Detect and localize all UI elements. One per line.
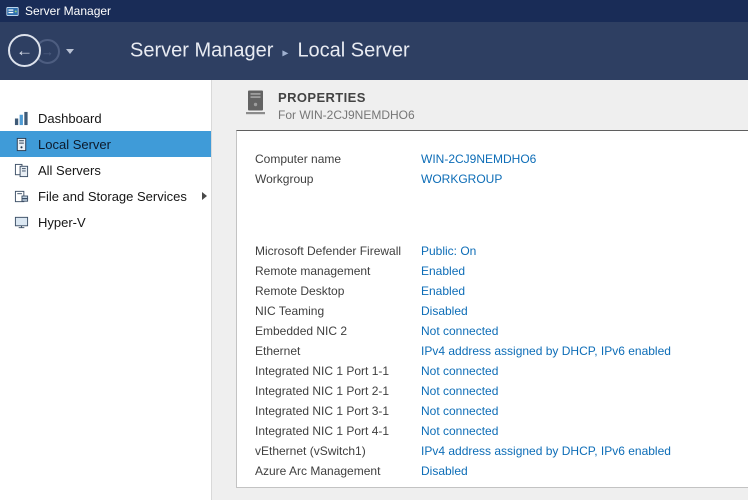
property-label: Integrated NIC 1 Port 1-1 [255, 364, 421, 378]
hyperv-icon [13, 214, 29, 230]
properties-panel: Computer name WIN-2CJ9NEMDHO6 Workgroup … [236, 130, 748, 488]
property-row: Ethernet IPv4 address assigned by DHCP, … [255, 341, 748, 361]
breadcrumb-current: Local Server [297, 40, 409, 63]
property-label: Remote management [255, 264, 421, 278]
all-servers-icon [13, 162, 29, 178]
property-value[interactable]: Not connected [421, 424, 498, 438]
server-tile-icon [246, 90, 265, 120]
property-row: Integrated NIC 1 Port 1-1 Not connected [255, 361, 748, 381]
properties-header-text: PROPERTIES For WIN-2CJ9NEMDHO6 [278, 90, 415, 122]
property-value[interactable]: WIN-2CJ9NEMDHO6 [421, 152, 536, 166]
property-label: Integrated NIC 1 Port 2-1 [255, 384, 421, 398]
file-storage-icon [13, 188, 29, 204]
property-row: Microsoft Defender Firewall Public: On [255, 241, 748, 261]
property-label: Integrated NIC 1 Port 4-1 [255, 424, 421, 438]
property-label: Embedded NIC 2 [255, 324, 421, 338]
property-row: Integrated NIC 1 Port 4-1 Not connected [255, 421, 748, 441]
sidebar-item-label: Hyper-V [38, 215, 86, 230]
property-value[interactable]: Not connected [421, 384, 498, 398]
breadcrumb-root[interactable]: Server Manager [130, 40, 273, 63]
property-label: Workgroup [255, 172, 421, 186]
property-label: vEthernet (vSwitch1) [255, 444, 421, 458]
sidebar-item-all-servers[interactable]: All Servers [0, 157, 211, 183]
property-label: Remote Desktop [255, 284, 421, 298]
property-row: Azure Arc Management Disabled [255, 461, 748, 481]
forward-arrow-icon: → [41, 45, 54, 58]
properties-group-spacer [255, 189, 748, 241]
property-value[interactable]: IPv4 address assigned by DHCP, IPv6 enab… [421, 444, 671, 458]
navigation-bar: → ← Server Manager ▸ Local Server [0, 22, 748, 80]
sidebar-item-hyper-v[interactable]: Hyper-V [0, 209, 211, 235]
titlebar: Server Manager [0, 0, 748, 22]
sidebar-item-label: Dashboard [38, 111, 102, 126]
property-row: vEthernet (vSwitch1) IPv4 address assign… [255, 441, 748, 461]
property-row: Remote Desktop Enabled [255, 281, 748, 301]
server-manager-window: Server Manager → ← Server Manager ▸ Loca… [0, 0, 748, 500]
sidebar: Dashboard Local Server [0, 80, 212, 500]
breadcrumb-separator-icon: ▸ [282, 45, 288, 59]
property-value[interactable]: Disabled [421, 304, 468, 318]
property-value[interactable]: Enabled [421, 264, 465, 278]
property-row: Computer name WIN-2CJ9NEMDHO6 [255, 149, 748, 169]
server-manager-app-icon [5, 4, 19, 18]
property-row: Integrated NIC 1 Port 3-1 Not connected [255, 401, 748, 421]
server-icon [13, 136, 29, 152]
property-value[interactable]: IPv4 address assigned by DHCP, IPv6 enab… [421, 344, 671, 358]
property-row: Remote management Enabled [255, 261, 748, 281]
sidebar-item-label: Local Server [38, 137, 111, 152]
sidebar-item-file-and-storage-services[interactable]: File and Storage Services [0, 183, 211, 209]
property-value[interactable]: Enabled [421, 284, 465, 298]
property-value[interactable]: Not connected [421, 364, 498, 378]
dashboard-icon [13, 110, 29, 126]
property-row: NIC Teaming Disabled [255, 301, 748, 321]
property-label: Microsoft Defender Firewall [255, 244, 421, 258]
window-title: Server Manager [25, 4, 111, 18]
property-row: Embedded NIC 2 Not connected [255, 321, 748, 341]
properties-subtitle: For WIN-2CJ9NEMDHO6 [278, 108, 415, 122]
property-label: Azure Arc Management [255, 464, 421, 478]
sidebar-item-local-server[interactable]: Local Server [0, 131, 211, 157]
back-arrow-icon: ← [16, 42, 33, 59]
sidebar-item-label: All Servers [38, 163, 101, 178]
sidebar-item-label: File and Storage Services [38, 189, 187, 204]
property-label: Ethernet [255, 344, 421, 358]
properties-group-top: Computer name WIN-2CJ9NEMDHO6 Workgroup … [255, 149, 748, 189]
property-label: Integrated NIC 1 Port 3-1 [255, 404, 421, 418]
history-dropdown-caret-icon[interactable] [66, 49, 74, 54]
properties-title: PROPERTIES [278, 90, 415, 105]
property-value[interactable]: WORKGROUP [421, 172, 502, 186]
back-button[interactable]: ← [8, 34, 41, 67]
property-value[interactable]: Disabled [421, 464, 468, 478]
property-value[interactable]: Not connected [421, 404, 498, 418]
properties-header: PROPERTIES For WIN-2CJ9NEMDHO6 [246, 90, 415, 122]
property-label: NIC Teaming [255, 304, 421, 318]
property-value[interactable]: Public: On [421, 244, 476, 258]
property-row: Workgroup WORKGROUP [255, 169, 748, 189]
breadcrumb: Server Manager ▸ Local Server [130, 40, 410, 63]
chevron-right-icon [202, 192, 207, 200]
property-label: Computer name [255, 152, 421, 166]
property-row: Integrated NIC 1 Port 2-1 Not connected [255, 381, 748, 401]
main-content: PROPERTIES For WIN-2CJ9NEMDHO6 Computer … [212, 80, 748, 500]
property-value[interactable]: Not connected [421, 324, 498, 338]
sidebar-item-dashboard[interactable]: Dashboard [0, 105, 211, 131]
properties-group-network: Microsoft Defender Firewall Public: On R… [255, 241, 748, 481]
